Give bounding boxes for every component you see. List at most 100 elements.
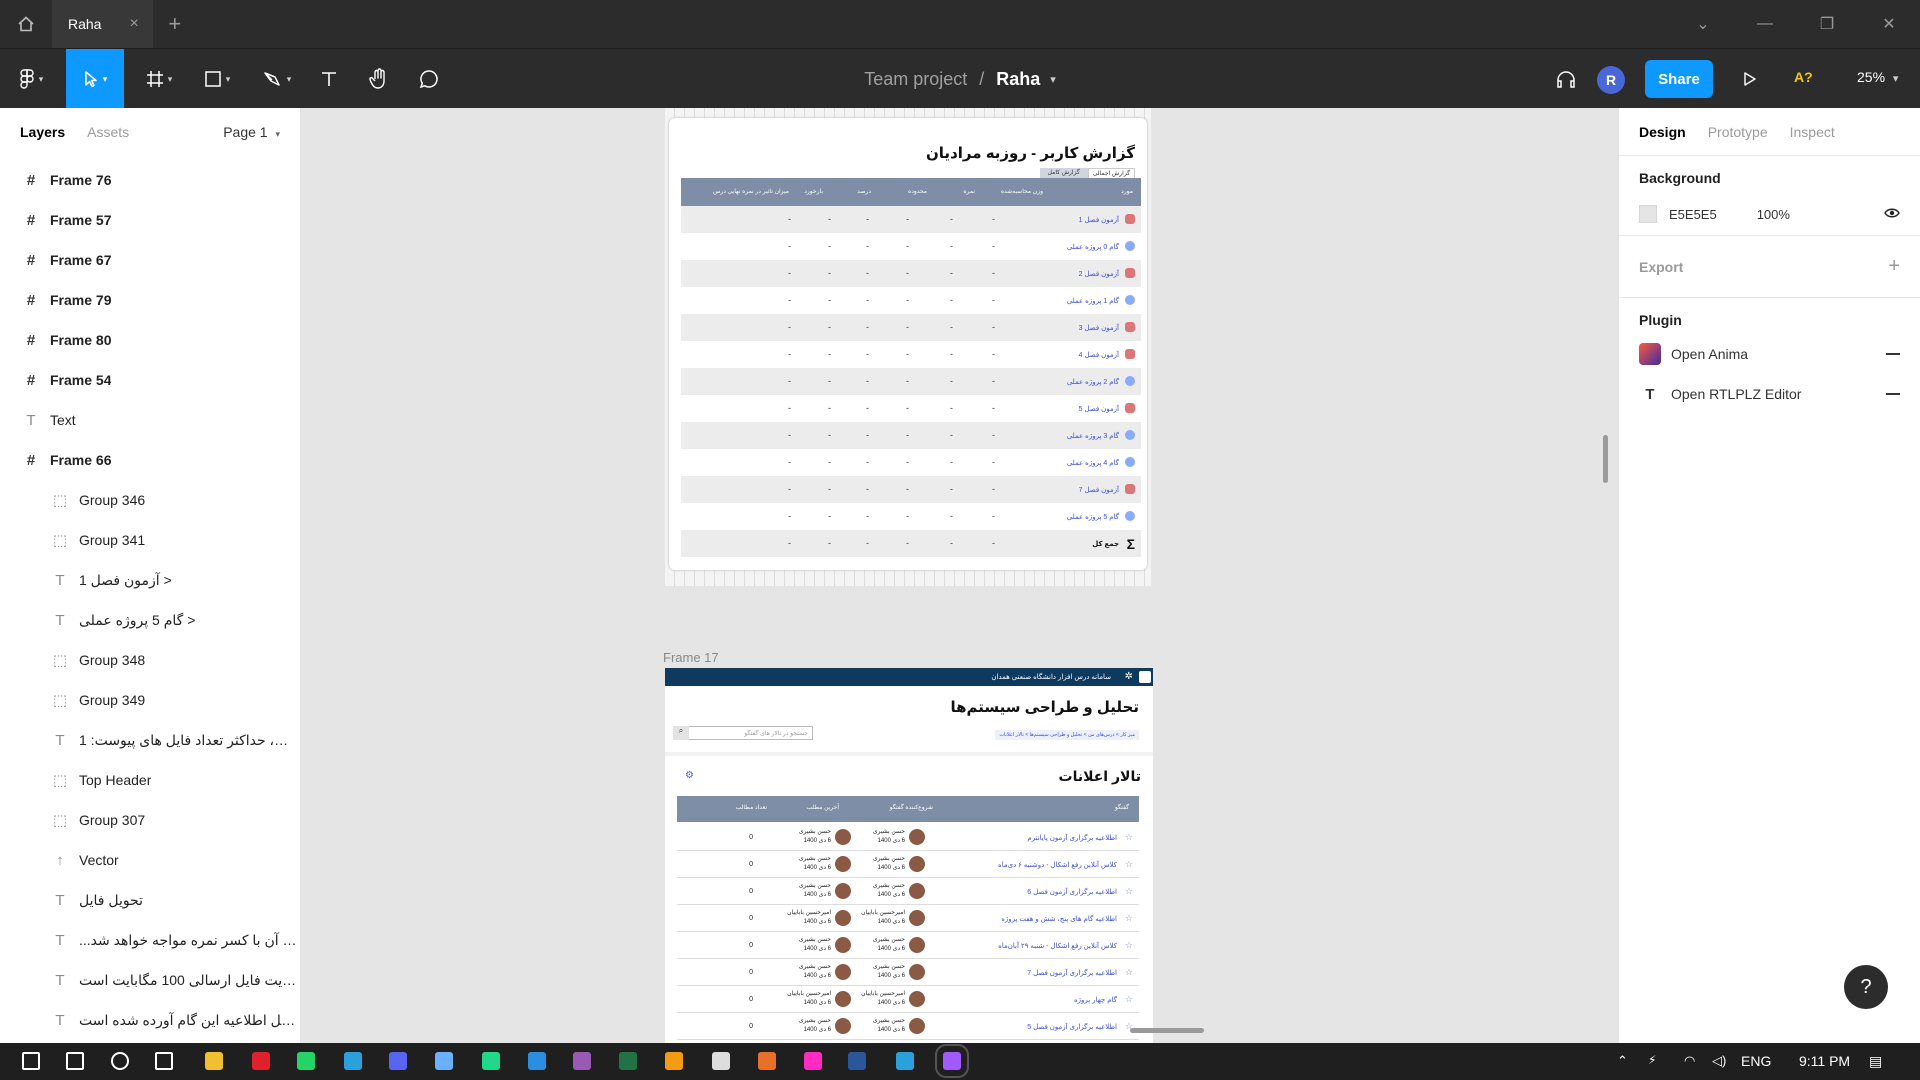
close-tab-icon[interactable]: × xyxy=(129,15,138,33)
plus-icon[interactable]: + xyxy=(1888,255,1900,278)
settings-gear-icon[interactable]: ⚙ xyxy=(685,770,694,781)
row-label[interactable]: آزمون فصل 4 xyxy=(1079,351,1119,359)
table-row[interactable]: گام 2 پروژه عملی - - - - - - xyxy=(681,368,1141,395)
shape-tool[interactable]: ▾ xyxy=(194,49,240,109)
tab-layers[interactable]: Layers xyxy=(20,124,65,140)
topic-link[interactable]: اطلاعیه برگزاری آزمون فصل 5 xyxy=(1027,1023,1117,1031)
table-row[interactable]: گام 4 پروژه عملی - - - - - - xyxy=(681,449,1141,476)
hand-tool[interactable] xyxy=(364,49,394,109)
minus-icon[interactable] xyxy=(1886,353,1900,355)
main-menu-button[interactable]: ▾ xyxy=(10,49,52,109)
layer-item[interactable]: # Frame 57 xyxy=(0,200,300,240)
table-row[interactable]: آزمون فصل 1 - - - - - - xyxy=(681,206,1141,233)
table-row[interactable]: گام 1 پروژه عملی - - - - - - xyxy=(681,287,1141,314)
pycharm-icon[interactable] xyxy=(482,1052,500,1070)
breadcrumb[interactable]: میز کار > درس‌های من > تحلیل و طراحی سیس… xyxy=(995,730,1139,740)
frame-tool[interactable]: ▾ xyxy=(136,49,182,109)
background-color-swatch[interactable] xyxy=(1639,205,1657,223)
minus-icon[interactable] xyxy=(1886,393,1900,395)
topic-link[interactable]: اطلاعیه برگزاری آزمون فصل 6 xyxy=(1027,888,1117,896)
language-indicator[interactable]: ENG xyxy=(1741,1053,1771,1069)
topic-link[interactable]: کلاس آنلاین رفع اشکال - دوشنبه ۶ دی‌ماه xyxy=(998,861,1117,869)
zoom-dropdown[interactable]: 25% ▾ xyxy=(1857,69,1898,85)
3d-viewer-icon[interactable] xyxy=(435,1052,453,1070)
telegram-icon[interactable] xyxy=(344,1052,362,1070)
star-icon[interactable]: ☆ xyxy=(1125,994,1133,1005)
horizontal-scrollbar[interactable] xyxy=(1130,1028,1204,1033)
row-label[interactable]: آزمون فصل 3 xyxy=(1079,324,1119,332)
word-icon[interactable] xyxy=(848,1052,866,1070)
adobe-xd-icon[interactable] xyxy=(804,1052,822,1070)
topic-link[interactable]: کلاس آنلاین رفع اشکال - شنبه ۲۹ آبان‌ماه xyxy=(998,942,1117,950)
topic-link[interactable]: اطلاعیه برگزاری آزمون فصل 7 xyxy=(1027,969,1117,977)
task-view-icon[interactable] xyxy=(155,1052,173,1070)
help-button[interactable]: ? xyxy=(1844,965,1888,1009)
forum-row[interactable]: ☆ اطلاعیه برگزاری آزمون فصل 5 حسن بشیری 6 د… xyxy=(677,1013,1139,1040)
move-tool[interactable]: ▾ xyxy=(66,49,124,109)
layer-item[interactable]: ⬚ Group 346 xyxy=(0,480,300,520)
search-icon[interactable] xyxy=(66,1052,84,1070)
app-generic-icon[interactable] xyxy=(665,1052,683,1070)
table-row[interactable]: آزمون فصل 2 - - - - - - xyxy=(681,260,1141,287)
comment-tool[interactable] xyxy=(414,49,444,109)
present-button[interactable] xyxy=(1738,49,1762,109)
forum-row[interactable]: ☆ اطلاعیه گام های پنج، شش و هفت پروژه امیر… xyxy=(677,905,1139,932)
background-hex[interactable]: E5E5E5 xyxy=(1669,207,1717,222)
plugin-open-rtlplz[interactable]: T Open RTLPLZ Editor xyxy=(1639,374,1900,414)
layer-item[interactable]: T گام 5 پروژه عملی > xyxy=(0,600,300,640)
text-tool[interactable] xyxy=(314,49,344,109)
layer-item[interactable]: # Frame 79 xyxy=(0,280,300,320)
row-label[interactable]: آزمون فصل 1 xyxy=(1079,216,1119,224)
star-icon[interactable]: ☆ xyxy=(1125,940,1133,951)
layer-item[interactable]: T تحویل فایل xyxy=(0,880,300,920)
whatsapp-icon[interactable] xyxy=(297,1052,315,1070)
layer-item[interactable]: T ...عایت آن با کسر نمره مواجه خواهد شد *… xyxy=(0,920,300,960)
frame-label[interactable]: Frame 17 xyxy=(663,650,719,665)
star-icon[interactable]: ☆ xyxy=(1125,913,1133,924)
new-tab-button[interactable]: + xyxy=(153,11,197,37)
star-icon[interactable]: ☆ xyxy=(1125,886,1133,897)
discord-icon[interactable] xyxy=(389,1052,407,1070)
star-icon[interactable]: ☆ xyxy=(1125,832,1133,843)
forum-search-input[interactable]: جستجو در تالار های گفتگو xyxy=(673,726,813,740)
topic-link[interactable]: گام چهار پروژه xyxy=(1074,996,1117,1004)
row-label[interactable]: گام 4 پروژه عملی xyxy=(1067,459,1119,467)
row-label[interactable]: آزمون فصل 5 xyxy=(1079,405,1119,413)
table-row[interactable]: گام 5 پروژه عملی - - - - - - xyxy=(681,503,1141,530)
layer-item[interactable]: # Frame 66 xyxy=(0,440,300,480)
manuscript-icon[interactable] xyxy=(573,1052,591,1070)
tab-inspect[interactable]: Inspect xyxy=(1790,124,1835,140)
ardour-icon[interactable] xyxy=(758,1052,776,1070)
layer-item[interactable]: ⬚ Group 341 xyxy=(0,520,300,560)
restore-button[interactable]: ❐ xyxy=(1796,14,1858,34)
row-label[interactable]: گام 5 پروژه عملی xyxy=(1067,513,1119,521)
layer-item[interactable]: T Text xyxy=(0,400,300,440)
page-selector[interactable]: Page 1 ▾ xyxy=(223,124,280,140)
forum-row[interactable]: ☆ کلاس آنلاین رفع اشکال - دوشنبه ۶ دی‌ماه… xyxy=(677,851,1139,878)
row-label[interactable]: گام 3 پروژه عملی xyxy=(1067,432,1119,440)
table-row[interactable]: آزمون فصل 4 - - - - - - xyxy=(681,341,1141,368)
layer-item[interactable]: # Frame 67 xyxy=(0,240,300,280)
layer-item[interactable]: ↑ Vector xyxy=(0,840,300,880)
clock[interactable]: 9:11 PM xyxy=(1799,1053,1850,1069)
background-opacity[interactable]: 100% xyxy=(1757,207,1790,222)
vertical-scrollbar[interactable] xyxy=(1603,435,1608,483)
forum-row[interactable]: ☆ کلاس آنلاین رفع اشکال - شنبه ۲۹ آبان‌ما… xyxy=(677,932,1139,959)
chevron-down-icon[interactable]: ⌄ xyxy=(1672,14,1734,34)
table-row[interactable]: آزمون فصل 7 - - - - - - xyxy=(681,476,1141,503)
star-icon[interactable]: ☆ xyxy=(1125,967,1133,978)
wordpad-icon[interactable] xyxy=(712,1052,730,1070)
missing-fonts-indicator[interactable]: A? xyxy=(1794,69,1813,85)
forum-row[interactable]: ☆ اطلاعیه برگزاری آزمون فصل 6 حسن بشیری 6 د… xyxy=(677,878,1139,905)
excel-like-icon[interactable] xyxy=(619,1052,637,1070)
pen-tool[interactable]: ▾ xyxy=(254,49,300,109)
file-tab[interactable]: Raha × xyxy=(52,0,153,48)
notification-icon[interactable]: ▤ xyxy=(1869,1053,1882,1070)
home-icon[interactable] xyxy=(0,0,52,48)
breadcrumb-team[interactable]: Team project xyxy=(864,69,967,90)
row-label[interactable]: گام 1 پروژه عملی xyxy=(1067,297,1119,305)
opera-icon[interactable] xyxy=(252,1052,270,1070)
close-window-button[interactable]: ✕ xyxy=(1858,14,1920,34)
wifi-icon[interactable]: ◠ xyxy=(1684,1053,1695,1069)
breadcrumb-file[interactable]: Raha xyxy=(996,69,1040,90)
